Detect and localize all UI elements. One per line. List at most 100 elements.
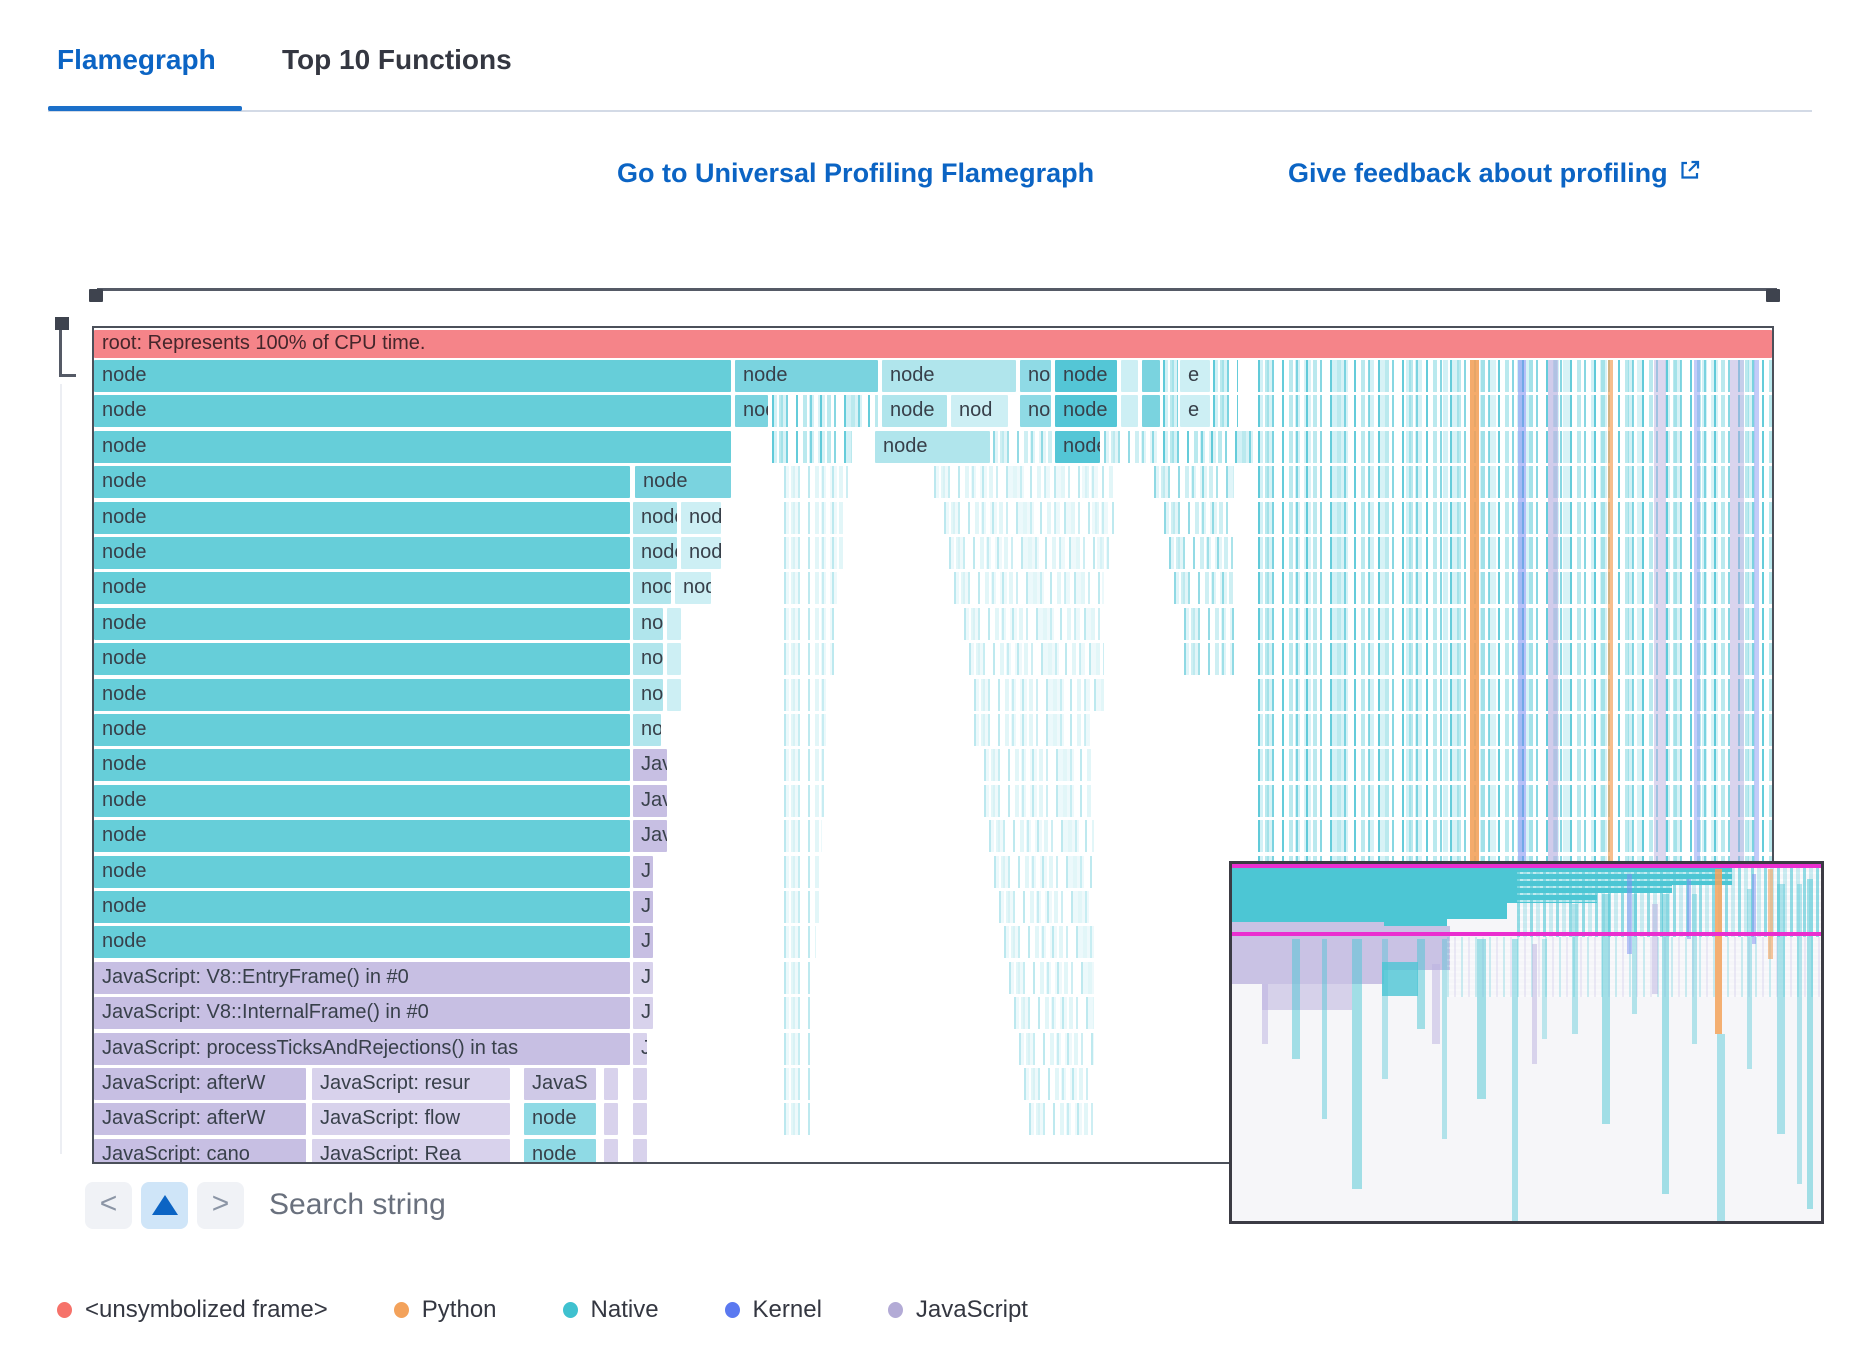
flame-stripes (784, 466, 854, 498)
flame-block[interactable]: node (94, 431, 731, 463)
flame-block[interactable]: JavaScript: cano (94, 1139, 306, 1164)
flame-block[interactable]: node (94, 749, 630, 781)
flame-block[interactable]: JavaScript (633, 785, 667, 817)
flame-block[interactable]: node (94, 608, 630, 640)
flame-block[interactable]: node (94, 926, 630, 958)
flame-block[interactable]: J (633, 926, 653, 958)
flame-block[interactable]: node (681, 502, 721, 534)
flame-block[interactable]: node (94, 360, 731, 392)
flame-block[interactable] (633, 1139, 647, 1164)
flame-block[interactable]: node (875, 431, 990, 463)
flame-block[interactable] (633, 1068, 647, 1100)
flame-block[interactable]: node (524, 1139, 596, 1164)
flame-block[interactable]: JavaScript: Rea (312, 1139, 510, 1164)
brush-handle-left[interactable] (89, 289, 103, 302)
flame-block[interactable]: node (1020, 360, 1051, 392)
flame-block[interactable]: node (635, 466, 731, 498)
flame-block[interactable]: JavaScript: processTicksAndRejections() … (94, 1033, 630, 1065)
flame-block[interactable]: J (633, 856, 653, 888)
flame-block[interactable] (667, 679, 681, 711)
flame-block[interactable]: node (633, 572, 671, 604)
flame-block[interactable]: node (1055, 395, 1117, 427)
horizontal-brush-track[interactable] (97, 288, 1777, 291)
flame-block[interactable] (1121, 395, 1138, 427)
give-feedback-link[interactable]: Give feedback about profiling (1288, 158, 1702, 189)
flame-block[interactable]: e (1180, 395, 1210, 427)
minimap[interactable] (1229, 861, 1824, 1224)
flame-block[interactable]: JavaScript: afterW (94, 1103, 306, 1135)
flame-block[interactable]: JavaScript: afterW (94, 1068, 306, 1100)
flame-block[interactable] (633, 1103, 647, 1135)
flame-block[interactable] (1142, 360, 1160, 392)
flame-block[interactable]: JavaScript: flow (312, 1103, 510, 1135)
flame-block[interactable]: JavaS (524, 1068, 596, 1100)
flame-block[interactable]: node (94, 643, 630, 675)
flame-block[interactable]: J (633, 962, 653, 994)
flame-stripes (984, 749, 1094, 781)
flame-block[interactable]: JavaScript (633, 749, 667, 781)
flame-block[interactable] (667, 643, 681, 675)
flame-block[interactable]: node (633, 608, 663, 640)
flame-block[interactable]: JavaScript: V8::EntryFrame() in #0 (94, 962, 630, 994)
go-to-universal-profiling-link[interactable]: Go to Universal Profiling Flamegraph (617, 158, 1094, 189)
tab-flamegraph[interactable]: Flamegraph (57, 44, 216, 76)
flame-block[interactable]: node (94, 572, 630, 604)
flame-block[interactable]: node (882, 360, 1016, 392)
flame-block[interactable]: root: Represents 100% of CPU time. (94, 330, 1772, 358)
vertical-brush-handle[interactable] (55, 317, 69, 330)
flame-block[interactable]: node (1055, 360, 1117, 392)
flame-block[interactable]: node (633, 537, 677, 569)
search-next-button[interactable]: > (197, 1182, 244, 1229)
search-prev-button[interactable]: < (85, 1182, 132, 1229)
flame-block[interactable]: node (94, 502, 630, 534)
flame-block[interactable]: node (94, 395, 731, 427)
search-input[interactable] (267, 1187, 691, 1223)
tab-bar: Flamegraph Top 10 Functions (0, 0, 1860, 116)
flame-block[interactable]: node (633, 502, 677, 534)
flame-block[interactable]: node (633, 679, 663, 711)
flame-block[interactable]: node (94, 714, 630, 746)
flame-block[interactable]: node (633, 643, 663, 675)
flame-block[interactable]: J (633, 891, 653, 923)
legend-item: Native (563, 1296, 659, 1324)
scroll-up-button[interactable] (141, 1182, 188, 1229)
flame-block[interactable] (1142, 395, 1160, 427)
flame-block[interactable]: node (633, 714, 661, 746)
flame-stripes (1174, 572, 1234, 604)
flame-block[interactable] (667, 608, 681, 640)
vertical-brush-track[interactable] (59, 330, 62, 377)
vertical-scroll-track[interactable] (60, 384, 62, 1154)
flame-block[interactable]: node (94, 820, 630, 852)
flame-block[interactable]: node (735, 360, 878, 392)
flame-block[interactable]: node (94, 856, 630, 888)
flame-block[interactable]: node (882, 395, 947, 427)
flame-block[interactable] (604, 1068, 618, 1100)
flame-block[interactable] (604, 1103, 618, 1135)
flame-block[interactable]: e (1180, 360, 1210, 392)
tab-top-10-functions[interactable]: Top 10 Functions (282, 44, 512, 76)
flame-block[interactable]: node (94, 537, 630, 569)
flame-block[interactable]: node (1020, 395, 1051, 427)
flame-block[interactable] (1121, 360, 1138, 392)
flame-block[interactable]: nod (951, 395, 1008, 427)
flame-block[interactable]: node (94, 785, 630, 817)
minimap-viewport-line-bottom[interactable] (1232, 932, 1821, 936)
flame-block[interactable]: J (633, 1033, 647, 1065)
flame-block[interactable]: node (94, 679, 630, 711)
flame-block[interactable]: node (524, 1103, 596, 1135)
flame-block[interactable]: JavaScript (633, 820, 667, 852)
flame-block[interactable]: JavaScript: resur (312, 1068, 510, 1100)
flame-block[interactable]: J (633, 997, 653, 1029)
brush-handle-right[interactable] (1766, 289, 1780, 302)
flame-block[interactable]: node (675, 572, 711, 604)
flame-block[interactable]: node (681, 537, 721, 569)
flame-block[interactable]: JavaScript: V8::InternalFrame() in #0 (94, 997, 630, 1029)
flame-block[interactable]: node (735, 395, 768, 427)
flame-block[interactable]: node (94, 466, 630, 498)
minimap-icicle (1768, 869, 1773, 959)
flame-block[interactable]: node (1055, 431, 1100, 463)
flame-block[interactable] (604, 1139, 618, 1164)
flame-row: nodenodenode (94, 502, 1772, 534)
flame-block[interactable]: node (94, 891, 630, 923)
minimap-viewport-line-top[interactable] (1232, 864, 1821, 868)
